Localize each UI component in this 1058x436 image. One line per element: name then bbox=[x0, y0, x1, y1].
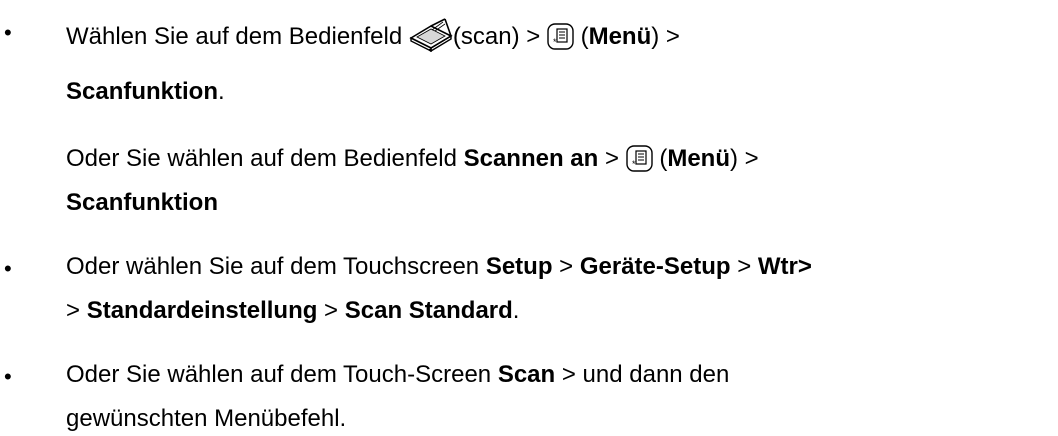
text: > bbox=[730, 253, 758, 280]
text: > bbox=[598, 145, 626, 172]
item3-line1: Oder Sie wählen auf dem Touch-Screen Sca… bbox=[66, 361, 729, 389]
item1-line3: Oder Sie wählen auf dem Bedienfeld Scann… bbox=[66, 145, 759, 173]
menu-icon: * bbox=[547, 23, 574, 50]
text: . bbox=[512, 297, 520, 324]
bullet-1: • bbox=[4, 20, 12, 45]
scanfunktion-label: Scanfunktion bbox=[66, 189, 219, 216]
scan-label: Scan bbox=[497, 361, 556, 388]
item2-line1: Oder wählen Sie auf dem Touchscreen Setu… bbox=[66, 253, 812, 281]
text: Oder wählen Sie auf dem Touchscreen bbox=[66, 253, 486, 280]
scanfunktion-label: Scanfunktion bbox=[66, 78, 219, 105]
geraete-setup-label: Geräte-Setup bbox=[579, 253, 731, 280]
menu-label: Menü bbox=[588, 23, 652, 50]
scan-standard-label: Scan Standard bbox=[344, 297, 513, 324]
item1-line4: Scanfunktion bbox=[66, 189, 218, 217]
text: > und dann den bbox=[555, 361, 730, 388]
standardeinstellung-label: Standardeinstellung bbox=[86, 297, 318, 324]
text: ( bbox=[573, 23, 589, 50]
setup-label: Setup bbox=[485, 253, 553, 280]
bullet-3: • bbox=[4, 364, 12, 389]
text: ) > bbox=[651, 23, 680, 50]
text: gewünschten Menübefehl. bbox=[66, 405, 347, 432]
text: ) > bbox=[730, 145, 759, 172]
item1-line2: Scanfunktion. bbox=[66, 78, 225, 106]
menu-icon: * bbox=[625, 145, 653, 172]
bullet-2: • bbox=[4, 256, 12, 281]
text: . bbox=[218, 78, 225, 105]
text: Wählen Sie auf dem Bedienfeld bbox=[66, 23, 409, 50]
wtr-label: Wtr> bbox=[757, 253, 812, 280]
text: > bbox=[552, 253, 580, 280]
svg-text:*: * bbox=[632, 159, 636, 169]
text: > bbox=[66, 297, 87, 324]
text: Oder Sie wählen auf dem Touch-Screen bbox=[66, 361, 498, 388]
item3-line2: gewünschten Menübefehl. bbox=[66, 405, 346, 433]
item2-line2: > Standardeinstellung > Scan Standard. bbox=[66, 297, 519, 325]
text: Oder Sie wählen auf dem Bedienfeld bbox=[66, 145, 464, 172]
item1-line1: Wählen Sie auf dem Bedienfeld (scan) > *… bbox=[66, 18, 680, 53]
scannen-an-label: Scannen an bbox=[463, 145, 599, 172]
text: > bbox=[317, 297, 345, 324]
scanner-icon bbox=[409, 18, 453, 53]
text: (scan) > bbox=[452, 23, 547, 50]
svg-text:*: * bbox=[553, 37, 557, 47]
menu-label: Menü bbox=[667, 145, 731, 172]
text: ( bbox=[652, 145, 668, 172]
